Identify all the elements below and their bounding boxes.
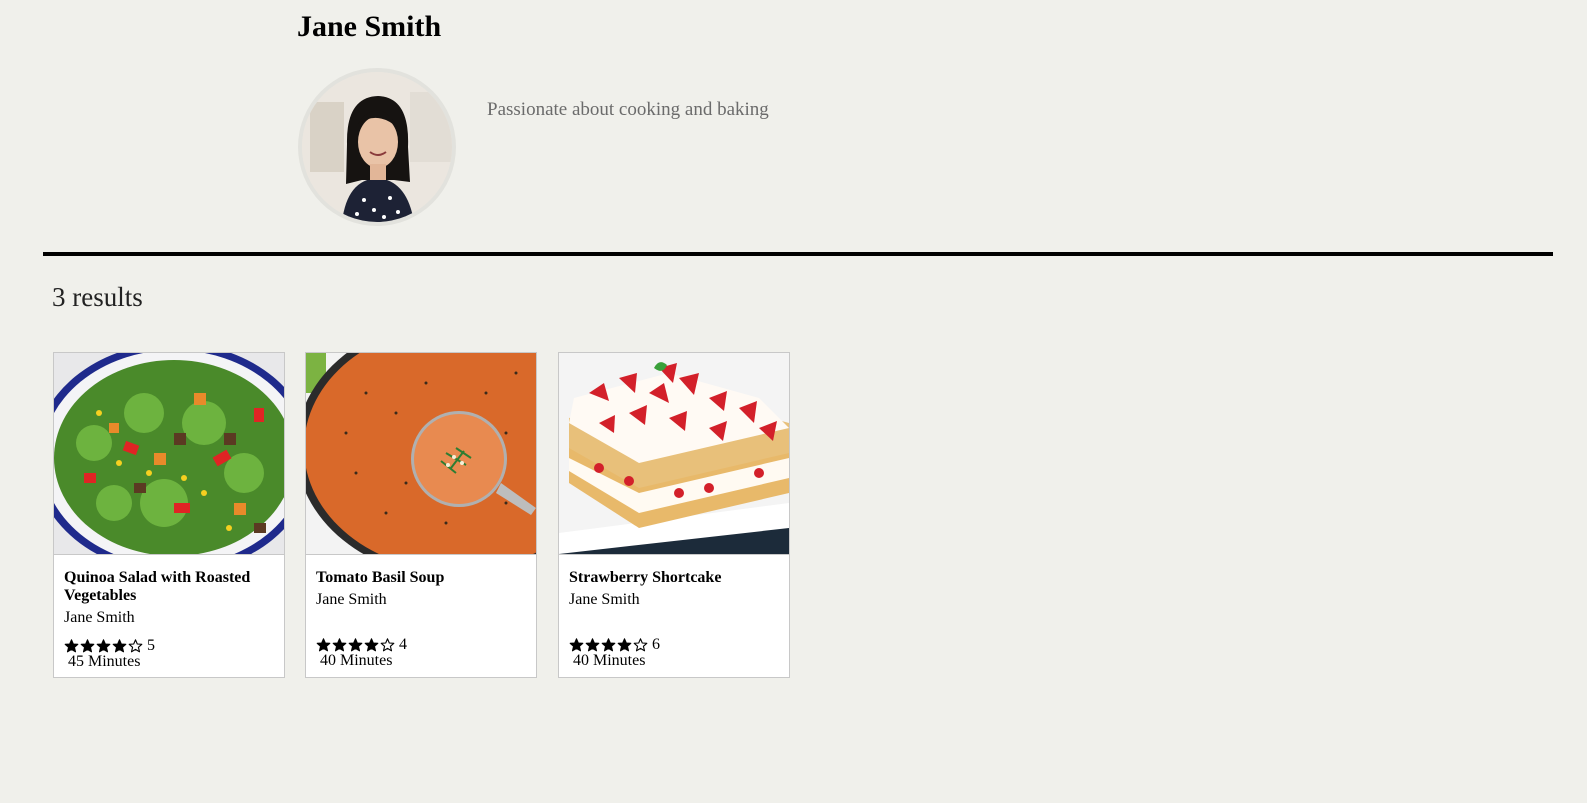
- salad-photo-icon[interactable]: [54, 353, 284, 555]
- star-filled-icon: [96, 639, 111, 653]
- star-filled-icon: [601, 638, 616, 652]
- star-empty-icon: [633, 638, 648, 652]
- recipe-author: Jane Smith: [64, 609, 135, 626]
- star-filled-icon: [585, 638, 600, 652]
- star-filled-icon: [332, 638, 347, 652]
- recipe-author: Jane Smith: [569, 591, 640, 608]
- soup-photo-icon[interactable]: [306, 353, 536, 555]
- rating-count: 4: [399, 636, 407, 653]
- rating-count: 6: [652, 636, 660, 653]
- star-empty-icon: [128, 639, 143, 653]
- recipe-card[interactable]: Strawberry Shortcake Jane Smith 6 40 Min…: [558, 352, 790, 678]
- rating-stars: [316, 638, 395, 652]
- avatar: [298, 68, 456, 226]
- star-filled-icon: [348, 638, 363, 652]
- results-count: 3 results: [52, 282, 143, 312]
- recipe-card[interactable]: Quinoa Salad with Roasted Vegetables Jan…: [53, 352, 285, 678]
- avatar-photo-icon: [302, 72, 452, 222]
- star-filled-icon: [112, 639, 127, 653]
- rating-count: 5: [147, 637, 155, 654]
- recipe-title[interactable]: Strawberry Shortcake: [569, 569, 781, 587]
- section-divider: [43, 252, 1553, 256]
- rating-stars: [569, 638, 648, 652]
- rating-stars: [64, 639, 143, 653]
- recipe-title[interactable]: Tomato Basil Soup: [316, 569, 528, 587]
- recipe-time: 40 Minutes: [573, 652, 646, 669]
- star-filled-icon: [316, 638, 331, 652]
- star-filled-icon: [569, 638, 584, 652]
- star-filled-icon: [80, 639, 95, 653]
- profile-name: Jane Smith: [297, 10, 442, 43]
- star-filled-icon: [64, 639, 79, 653]
- star-empty-icon: [380, 638, 395, 652]
- star-filled-icon: [364, 638, 379, 652]
- star-filled-icon: [617, 638, 632, 652]
- recipe-title[interactable]: Quinoa Salad with Roasted Vegetables: [64, 569, 276, 605]
- cake-photo-icon[interactable]: [559, 353, 789, 555]
- profile-bio: Passionate about cooking and baking: [487, 99, 769, 120]
- recipe-time: 40 Minutes: [320, 652, 393, 669]
- recipe-time: 45 Minutes: [68, 653, 141, 670]
- recipe-author: Jane Smith: [316, 591, 387, 608]
- recipe-card[interactable]: Tomato Basil Soup Jane Smith 4 40 Minute…: [305, 352, 537, 678]
